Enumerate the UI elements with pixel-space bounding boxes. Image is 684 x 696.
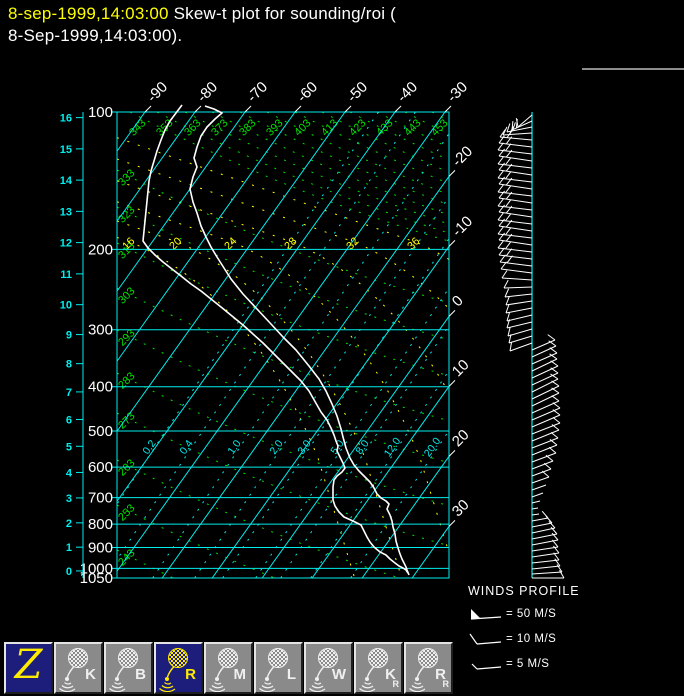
svg-text:353: 353	[154, 117, 175, 138]
button-label: R	[185, 666, 196, 683]
legend-label: = 10 M/S	[506, 633, 557, 645]
svg-text:-20: -20	[449, 143, 476, 170]
svg-text:253: 253	[116, 502, 137, 523]
svg-text:4: 4	[66, 467, 73, 479]
toolbar-button-rr[interactable]: R R	[404, 642, 453, 694]
legend-row-50ms: = 50 M/S	[468, 607, 678, 621]
svg-text:0: 0	[449, 292, 467, 310]
svg-text:-80: -80	[194, 78, 221, 105]
svg-text:1: 1	[66, 542, 72, 554]
wind-legend: WINDS PROFILE = 50 M/S = 10 M/S = 5 M/S	[468, 584, 678, 682]
z-tool-icon: Z	[14, 642, 43, 688]
legend-label: = 50 M/S	[506, 608, 557, 620]
svg-text:-40: -40	[394, 78, 421, 105]
svg-text:5: 5	[66, 441, 72, 453]
legend-row-5ms: = 5 M/S	[468, 657, 678, 671]
svg-text:600: 600	[88, 459, 113, 476]
svg-text:100: 100	[88, 104, 113, 121]
svg-text:7: 7	[66, 387, 72, 399]
svg-text:1.0: 1.0	[225, 438, 243, 457]
svg-text:433: 433	[374, 117, 395, 138]
svg-text:15: 15	[60, 144, 72, 156]
svg-text:0.2: 0.2	[140, 438, 158, 457]
svg-text:-90: -90	[144, 78, 171, 105]
svg-text:9: 9	[66, 330, 72, 342]
svg-text:0: 0	[66, 566, 72, 578]
svg-text:20.0: 20.0	[422, 435, 444, 459]
svg-text:14: 14	[60, 175, 73, 187]
button-sublabel: R	[392, 679, 400, 689]
svg-text:-60: -60	[294, 78, 321, 105]
svg-text:20: 20	[167, 235, 184, 252]
svg-text:413: 413	[319, 117, 340, 138]
svg-text:400: 400	[88, 379, 113, 396]
half-barb-icon	[471, 663, 502, 670]
wind-legend-title: WINDS PROFILE	[468, 584, 580, 598]
toolbar-button-b[interactable]: B	[104, 642, 153, 694]
svg-text:403: 403	[292, 117, 313, 138]
svg-text:30: 30	[449, 496, 473, 520]
svg-text:423: 423	[347, 117, 368, 138]
svg-text:24: 24	[222, 235, 239, 252]
toolbar-button-w[interactable]: W	[304, 642, 353, 694]
svg-text:2.0: 2.0	[267, 438, 285, 457]
svg-text:363: 363	[182, 117, 203, 138]
svg-text:0.4: 0.4	[177, 438, 195, 457]
svg-text:333: 333	[116, 167, 137, 188]
svg-text:3: 3	[66, 493, 72, 505]
button-label: L	[286, 666, 296, 683]
svg-text:2: 2	[66, 518, 72, 530]
legend-label: = 5 M/S	[506, 658, 550, 670]
svg-text:343: 343	[127, 117, 148, 138]
svg-text:-50: -50	[344, 78, 371, 105]
svg-text:8.0: 8.0	[353, 438, 371, 457]
svg-text:373: 373	[209, 117, 230, 138]
svg-text:263: 263	[116, 457, 137, 478]
legend-row-10ms: = 10 M/S	[468, 632, 678, 646]
svg-text:393: 393	[264, 117, 285, 138]
svg-text:383: 383	[237, 117, 258, 138]
svg-text:8: 8	[66, 359, 72, 371]
button-label: W	[331, 666, 346, 683]
svg-text:200: 200	[88, 241, 113, 258]
svg-text:500: 500	[88, 423, 113, 440]
svg-text:300: 300	[88, 322, 113, 339]
toolbar-button-l[interactable]: L	[254, 642, 303, 694]
flag-barb-icon	[470, 609, 502, 620]
toolbar-button-kr[interactable]: K R	[354, 642, 403, 694]
svg-text:1050: 1050	[80, 570, 113, 587]
svg-text:3.0: 3.0	[295, 438, 313, 457]
toolbar-button-z[interactable]: Z	[4, 642, 53, 694]
toolbar-button-r[interactable]: R	[154, 642, 203, 694]
button-label: B	[135, 666, 146, 683]
svg-text:6: 6	[66, 414, 72, 426]
svg-text:700: 700	[88, 490, 113, 507]
full-barb-icon	[469, 633, 502, 645]
svg-text:13: 13	[60, 206, 72, 218]
svg-text:900: 900	[88, 539, 113, 556]
svg-text:10: 10	[60, 300, 72, 312]
svg-text:-70: -70	[244, 78, 271, 105]
button-sublabel: R	[442, 679, 450, 689]
svg-text:12: 12	[60, 238, 72, 250]
svg-text:-30: -30	[444, 78, 471, 105]
svg-text:-10: -10	[449, 213, 476, 240]
toolbar-button-m[interactable]: M	[204, 642, 253, 694]
svg-text:36: 36	[405, 235, 422, 252]
svg-text:11: 11	[60, 269, 72, 281]
skew-t-window: { "title": { "datetime_highlight": "8-se…	[0, 0, 684, 696]
svg-text:20: 20	[449, 426, 473, 450]
svg-text:443: 443	[402, 117, 423, 138]
svg-text:800: 800	[88, 516, 113, 533]
svg-text:283: 283	[116, 370, 137, 391]
button-label: K	[85, 666, 96, 683]
svg-text:293: 293	[116, 327, 137, 348]
svg-text:16: 16	[60, 113, 72, 125]
svg-text:10: 10	[449, 356, 473, 380]
button-label: M	[233, 666, 247, 683]
toolbar-button-k[interactable]: K	[54, 642, 103, 694]
